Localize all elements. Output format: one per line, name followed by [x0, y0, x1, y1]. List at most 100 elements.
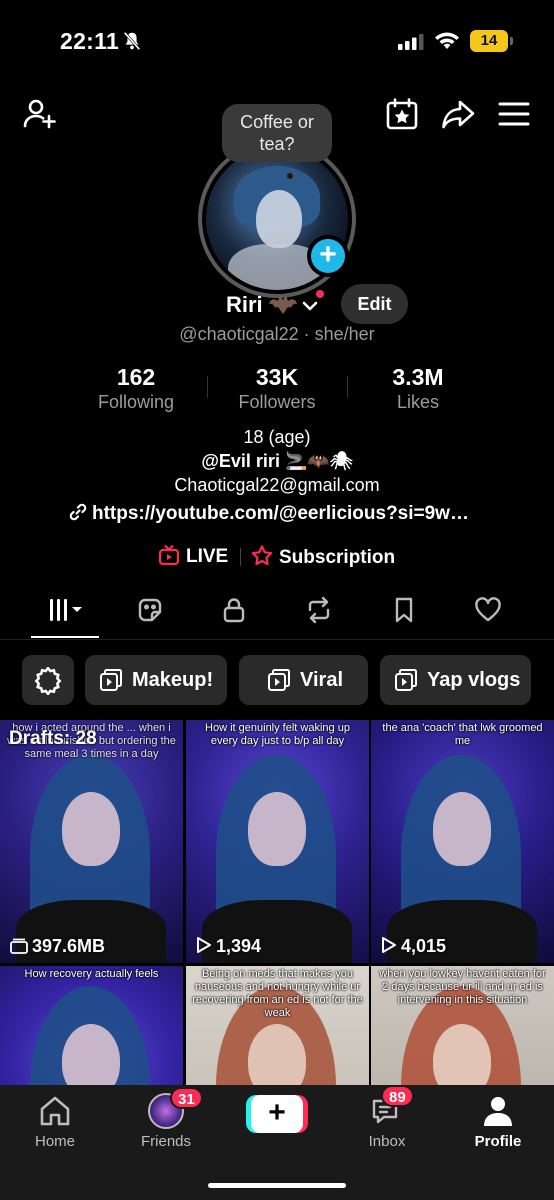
followers-count: 33K [255, 364, 299, 390]
live-button[interactable]: LIVE [158, 544, 228, 570]
profile-icon [484, 1097, 512, 1126]
drafts-label: Drafts: 28 [9, 728, 97, 749]
storage-icon [10, 938, 28, 954]
tab-videos[interactable] [36, 596, 92, 630]
friends-badge: 31 [170, 1087, 203, 1109]
hamburger-menu-icon [498, 102, 530, 126]
bat-icon [269, 295, 297, 314]
tab-liked[interactable] [468, 596, 508, 630]
live-tv-icon [158, 544, 180, 566]
video-thumbnail-drafts[interactable]: how i acted around the ... when i was ma… [0, 720, 183, 963]
tab-favorites[interactable] [384, 596, 424, 630]
video-grid: how i acted around the ... when i was ma… [0, 720, 554, 1085]
bio-link-text: https://youtube.com/@eerlicious?si=9w… [92, 503, 469, 524]
playlist-icon [395, 669, 417, 691]
home-icon [40, 1096, 70, 1126]
video-caption: when you lowkey havent eaten for 2 days … [379, 968, 546, 1006]
heart-icon [475, 597, 501, 622]
play-icon [382, 937, 396, 953]
note-bubble-tail [286, 172, 294, 180]
tab-reposts[interactable] [299, 596, 339, 630]
playlist-yap-vlogs[interactable]: Yap vlogs [380, 655, 531, 705]
nav-profile[interactable]: Profile [453, 1093, 543, 1150]
stat-followers[interactable]: 33K Followers [207, 364, 347, 413]
action-divider [240, 548, 241, 566]
stat-likes[interactable]: 3.3M Likes [348, 364, 488, 413]
friends-avatar: 31 [148, 1087, 203, 1129]
cellular-signal-icon [398, 34, 424, 50]
bell-off-icon [123, 31, 141, 51]
lock-icon [223, 598, 245, 623]
video-stat: 1,394 [196, 936, 261, 957]
nav-friends-label: Friends [140, 1133, 192, 1150]
nav-home-label: Home [34, 1133, 75, 1150]
tab-private[interactable] [214, 596, 254, 630]
status-time: 22:11 [60, 28, 120, 54]
share-profile-button[interactable] [440, 96, 476, 132]
play-icon [197, 937, 211, 953]
thumbnail-face [248, 792, 306, 866]
menu-button[interactable] [496, 96, 532, 132]
stat-following[interactable]: 162 Following [66, 364, 206, 413]
likes-count: 3.3M [392, 364, 444, 390]
active-tab-indicator [31, 636, 99, 638]
video-stat-value: 4,015 [401, 936, 447, 956]
tab-stickers[interactable] [130, 596, 170, 630]
create-button[interactable]: + [246, 1095, 308, 1133]
add-user-icon [23, 99, 56, 129]
playlist-label: Makeup! [132, 669, 214, 691]
playlist-viral[interactable]: Viral [239, 655, 368, 705]
nav-inbox[interactable]: 89 Inbox [342, 1085, 432, 1150]
following-label: Following [97, 392, 175, 412]
video-thumbnail[interactable]: Being on meds that makes you nauseous an… [186, 966, 369, 1085]
inbox-badge: 89 [381, 1085, 414, 1107]
sticker-icon [138, 598, 162, 622]
note-bubble[interactable]: Coffee or tea? [222, 104, 332, 162]
gear-icon [34, 667, 62, 695]
video-caption: Being on meds that makes you nauseous an… [192, 968, 363, 1019]
video-caption: How recovery actually feels [24, 968, 159, 980]
subscription-button[interactable]: Subscription [250, 544, 395, 570]
video-caption: How it genuinly felt waking up every day… [205, 722, 350, 747]
wifi-icon [435, 32, 459, 49]
video-caption: the ana 'coach' that lwk groomed me [382, 722, 543, 747]
playlist-settings-button[interactable] [22, 655, 74, 705]
notification-dot [316, 290, 324, 298]
bio-mention[interactable]: @Evil riri 🚬🦇🕷 [0, 451, 554, 472]
video-thumbnail[interactable]: How recovery actually feels [0, 966, 183, 1085]
following-count: 162 [116, 364, 156, 390]
grid-icon [50, 599, 82, 621]
playlist-icon [268, 669, 290, 691]
add-story-button[interactable]: + [307, 235, 349, 277]
calendar-star-icon [386, 98, 418, 130]
playlist-makeup[interactable]: Makeup! [85, 655, 227, 705]
playlist-label: Yap vlogs [427, 669, 521, 691]
video-thumbnail[interactable]: the ana 'coach' that lwk groomed me 4,01… [371, 720, 554, 963]
video-thumbnail[interactable]: when you lowkey havent eaten for 2 days … [371, 966, 554, 1085]
nav-profile-label: Profile [474, 1133, 522, 1150]
nav-home[interactable]: Home [10, 1093, 100, 1150]
video-stat: 397.6MB [10, 936, 105, 957]
video-thumbnail[interactable]: How it genuinly felt waking up every day… [186, 720, 369, 963]
thumbnail-face [62, 792, 120, 866]
followers-label: Followers [238, 392, 316, 412]
edit-profile-button[interactable]: Edit [341, 284, 408, 324]
subscription-label: Subscription [279, 547, 396, 568]
link-icon [69, 503, 87, 521]
thumbnail-face [433, 792, 491, 866]
video-stat-value: 397.6MB [32, 936, 106, 956]
nav-friends[interactable]: 31 Friends [121, 1087, 211, 1150]
chevron-down-icon[interactable] [300, 296, 320, 316]
likes-label: Likes [396, 392, 440, 412]
playlist-label: Viral [300, 669, 343, 691]
home-indicator [208, 1183, 346, 1188]
bio-link[interactable]: https://youtube.com/@eerlicious?si=9w… [68, 502, 469, 526]
add-friend-button[interactable] [22, 96, 58, 132]
bookmark-icon [395, 597, 413, 623]
video-stat: 4,015 [381, 936, 446, 957]
creator-events-button[interactable] [384, 96, 420, 132]
bio-email: Chaoticgal22@gmail.com [174, 475, 380, 495]
content-tabs [0, 592, 554, 640]
avatar-face [256, 190, 302, 248]
name-row: Riri [0, 288, 554, 324]
